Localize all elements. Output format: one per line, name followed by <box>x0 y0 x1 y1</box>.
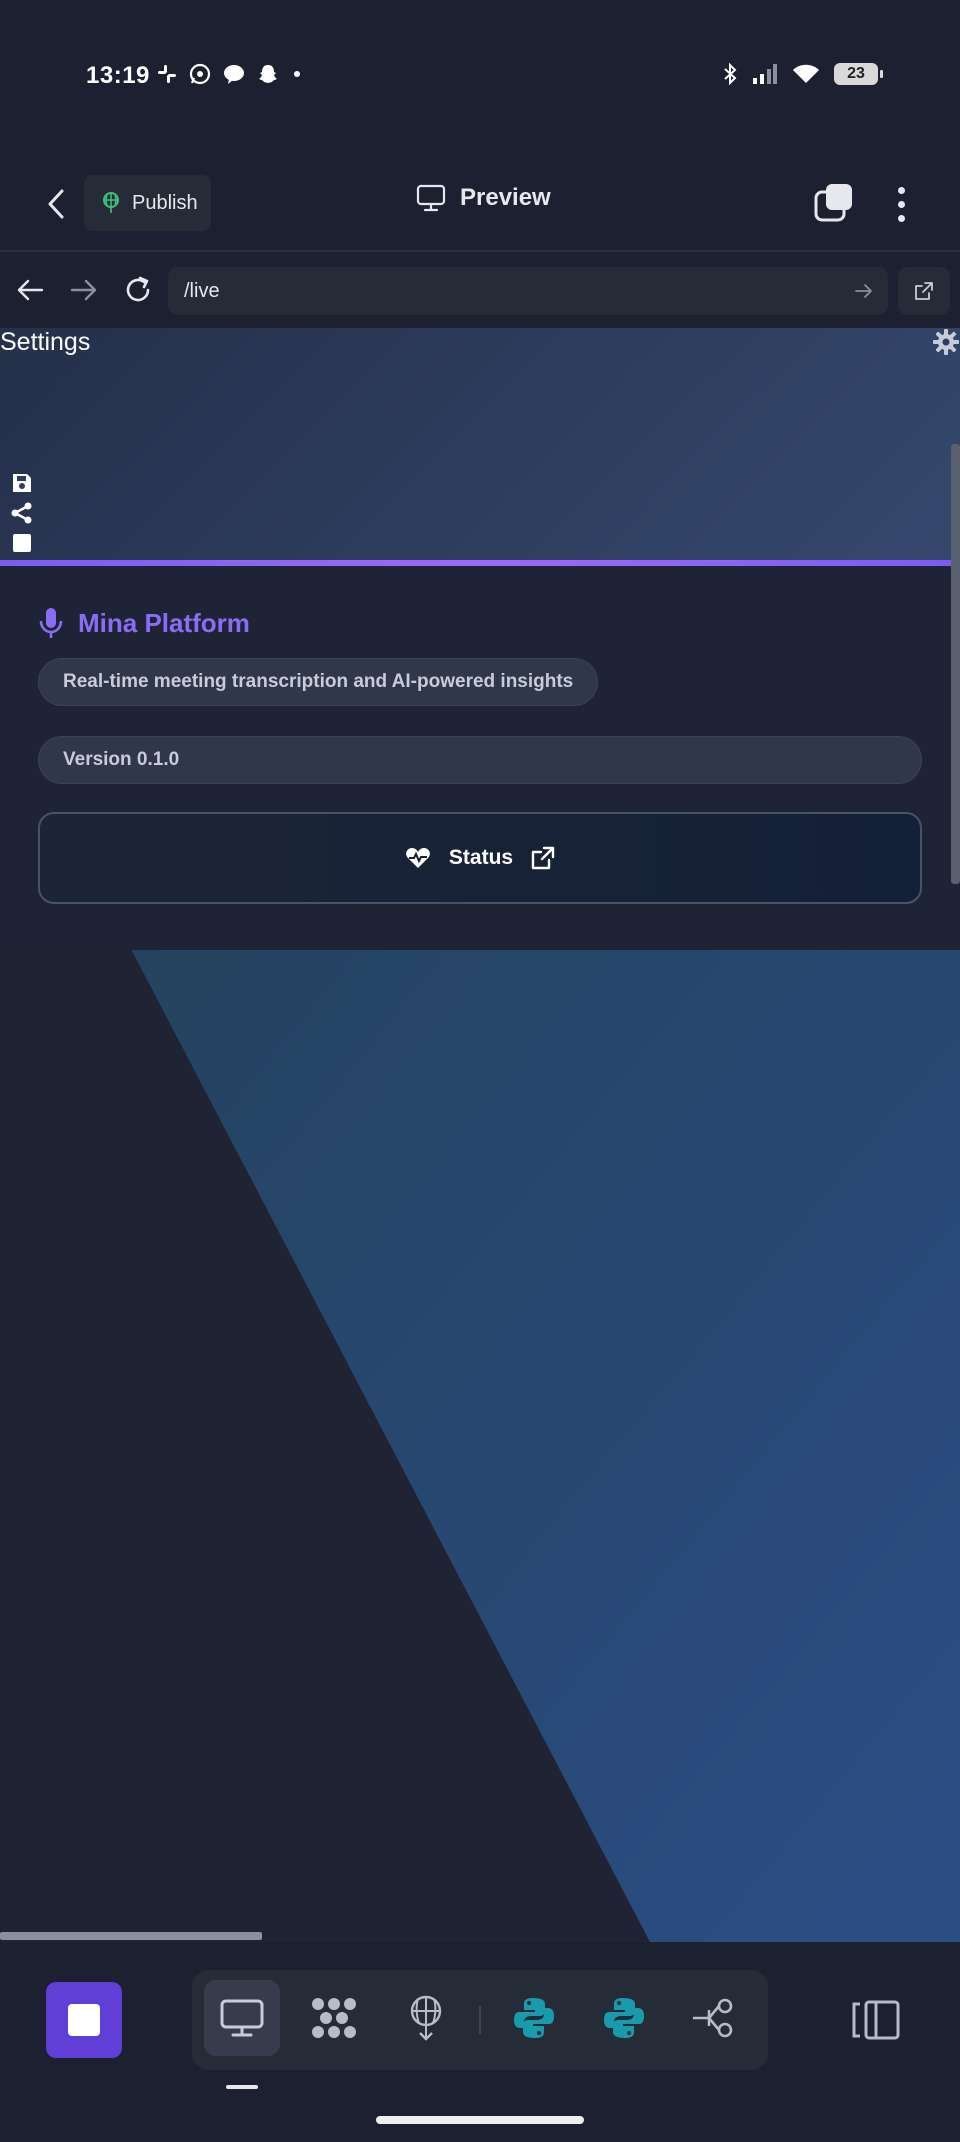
version-badge: Version 0.1.0 <box>38 736 922 784</box>
nodes-icon <box>312 1998 356 2038</box>
tool-group <box>192 1970 768 2070</box>
webview[interactable]: Settings Mina Platform Real-time meeting… <box>0 328 960 1942</box>
signal-icon <box>753 64 777 84</box>
square-icon <box>13 534 31 552</box>
go-arrow-icon[interactable] <box>854 281 874 301</box>
system-icons: 23 <box>722 62 883 86</box>
reload-icon <box>126 276 150 302</box>
tagline: Real-time meeting transcription and AI-p… <box>63 671 574 692</box>
bottom-toolbar <box>0 1942 960 2142</box>
save-icon <box>13 474 31 492</box>
more-dot-icon <box>897 186 905 194</box>
notification-icons <box>156 62 304 86</box>
desktop-icon <box>220 1999 264 2037</box>
horizontal-scrollbar[interactable] <box>0 1932 262 1940</box>
stop-button[interactable] <box>46 1982 122 2058</box>
active-tool-indicator <box>226 2085 258 2089</box>
brand: Mina Platform <box>38 606 250 640</box>
dot-icon <box>294 71 300 77</box>
tagline-pill: Real-time meeting transcription and AI-p… <box>38 658 599 706</box>
snapchat-icon <box>259 65 277 83</box>
python-tool-button-2[interactable] <box>586 1980 662 2056</box>
publish-label: Publish <box>132 191 198 214</box>
publish-button[interactable]: Publish <box>84 175 211 231</box>
chevron-left-icon <box>48 189 64 219</box>
arrow-right-icon <box>70 279 97 301</box>
open-external-button[interactable] <box>898 267 950 315</box>
app-bar: Publish Preview <box>0 160 960 250</box>
brand-name: Mina Platform <box>78 607 250 638</box>
reload-button[interactable] <box>120 272 156 308</box>
microphone-icon <box>39 608 63 638</box>
panel-toggle-button[interactable] <box>850 1998 902 2042</box>
publish-icon <box>103 192 119 213</box>
clock: 13:19 <box>86 62 150 89</box>
messenger-icon <box>224 65 244 84</box>
back-button[interactable] <box>36 182 76 226</box>
stop-icon <box>68 2004 100 2036</box>
nav-forward-button[interactable] <box>66 272 102 308</box>
wifi-icon <box>793 64 819 83</box>
url-input[interactable]: /live <box>168 267 888 315</box>
preview-mode[interactable]: Preview <box>416 184 551 212</box>
system-status-bar: 13:19 23 <box>0 0 960 150</box>
python-tool-button[interactable] <box>496 1980 572 2056</box>
info-panel: Mina Platform Real-time meeting transcri… <box>0 566 960 950</box>
workflow-tool-button[interactable] <box>676 1980 752 2056</box>
share-button[interactable] <box>10 502 34 524</box>
stop-square-button[interactable] <box>10 532 34 554</box>
version-text: Version 0.1.0 <box>63 749 180 770</box>
url-bar: /live <box>0 252 960 328</box>
more-dot-icon <box>897 214 905 222</box>
settings-header: Settings <box>0 328 960 564</box>
settings-title: Settings <box>0 328 91 356</box>
deploy-tool-button[interactable] <box>388 1980 464 2056</box>
url-text: /live <box>184 279 220 302</box>
status-button[interactable]: Status <box>38 812 922 904</box>
panel-toggle-icon <box>852 2000 900 2040</box>
gear-icon[interactable] <box>932 328 960 356</box>
save-button[interactable] <box>10 472 34 494</box>
workflow-icon <box>693 1998 733 2038</box>
external-link-icon <box>531 846 555 870</box>
python-icon <box>604 1998 644 2038</box>
bluetooth-icon <box>724 62 737 86</box>
whatsapp-icon <box>189 63 211 85</box>
python-icon <box>514 1998 554 2038</box>
preview-label: Preview <box>460 184 551 211</box>
slack-icon <box>158 65 176 83</box>
battery-indicator: 23 <box>834 63 883 85</box>
monitor-icon <box>416 184 446 212</box>
toolbar-separator <box>479 2006 481 2034</box>
arrow-left-icon <box>17 279 44 301</box>
nodes-tool-button[interactable] <box>296 1980 372 2056</box>
status-label: Status <box>448 846 514 869</box>
share-icon <box>11 502 32 524</box>
tabs-button[interactable] <box>812 182 856 226</box>
vertical-scrollbar[interactable] <box>951 444 960 884</box>
more-options-button[interactable] <box>886 182 916 226</box>
heart-pulse-icon <box>406 848 430 868</box>
desktop-tool-button[interactable] <box>204 1980 280 2056</box>
side-toolbar <box>10 472 34 554</box>
stacked-squares-icon <box>814 184 852 222</box>
home-indicator[interactable] <box>376 2116 584 2124</box>
nav-back-button[interactable] <box>12 272 48 308</box>
external-link-icon <box>915 282 933 300</box>
deploy-icon <box>410 1995 442 2041</box>
more-dot-icon <box>897 200 905 208</box>
